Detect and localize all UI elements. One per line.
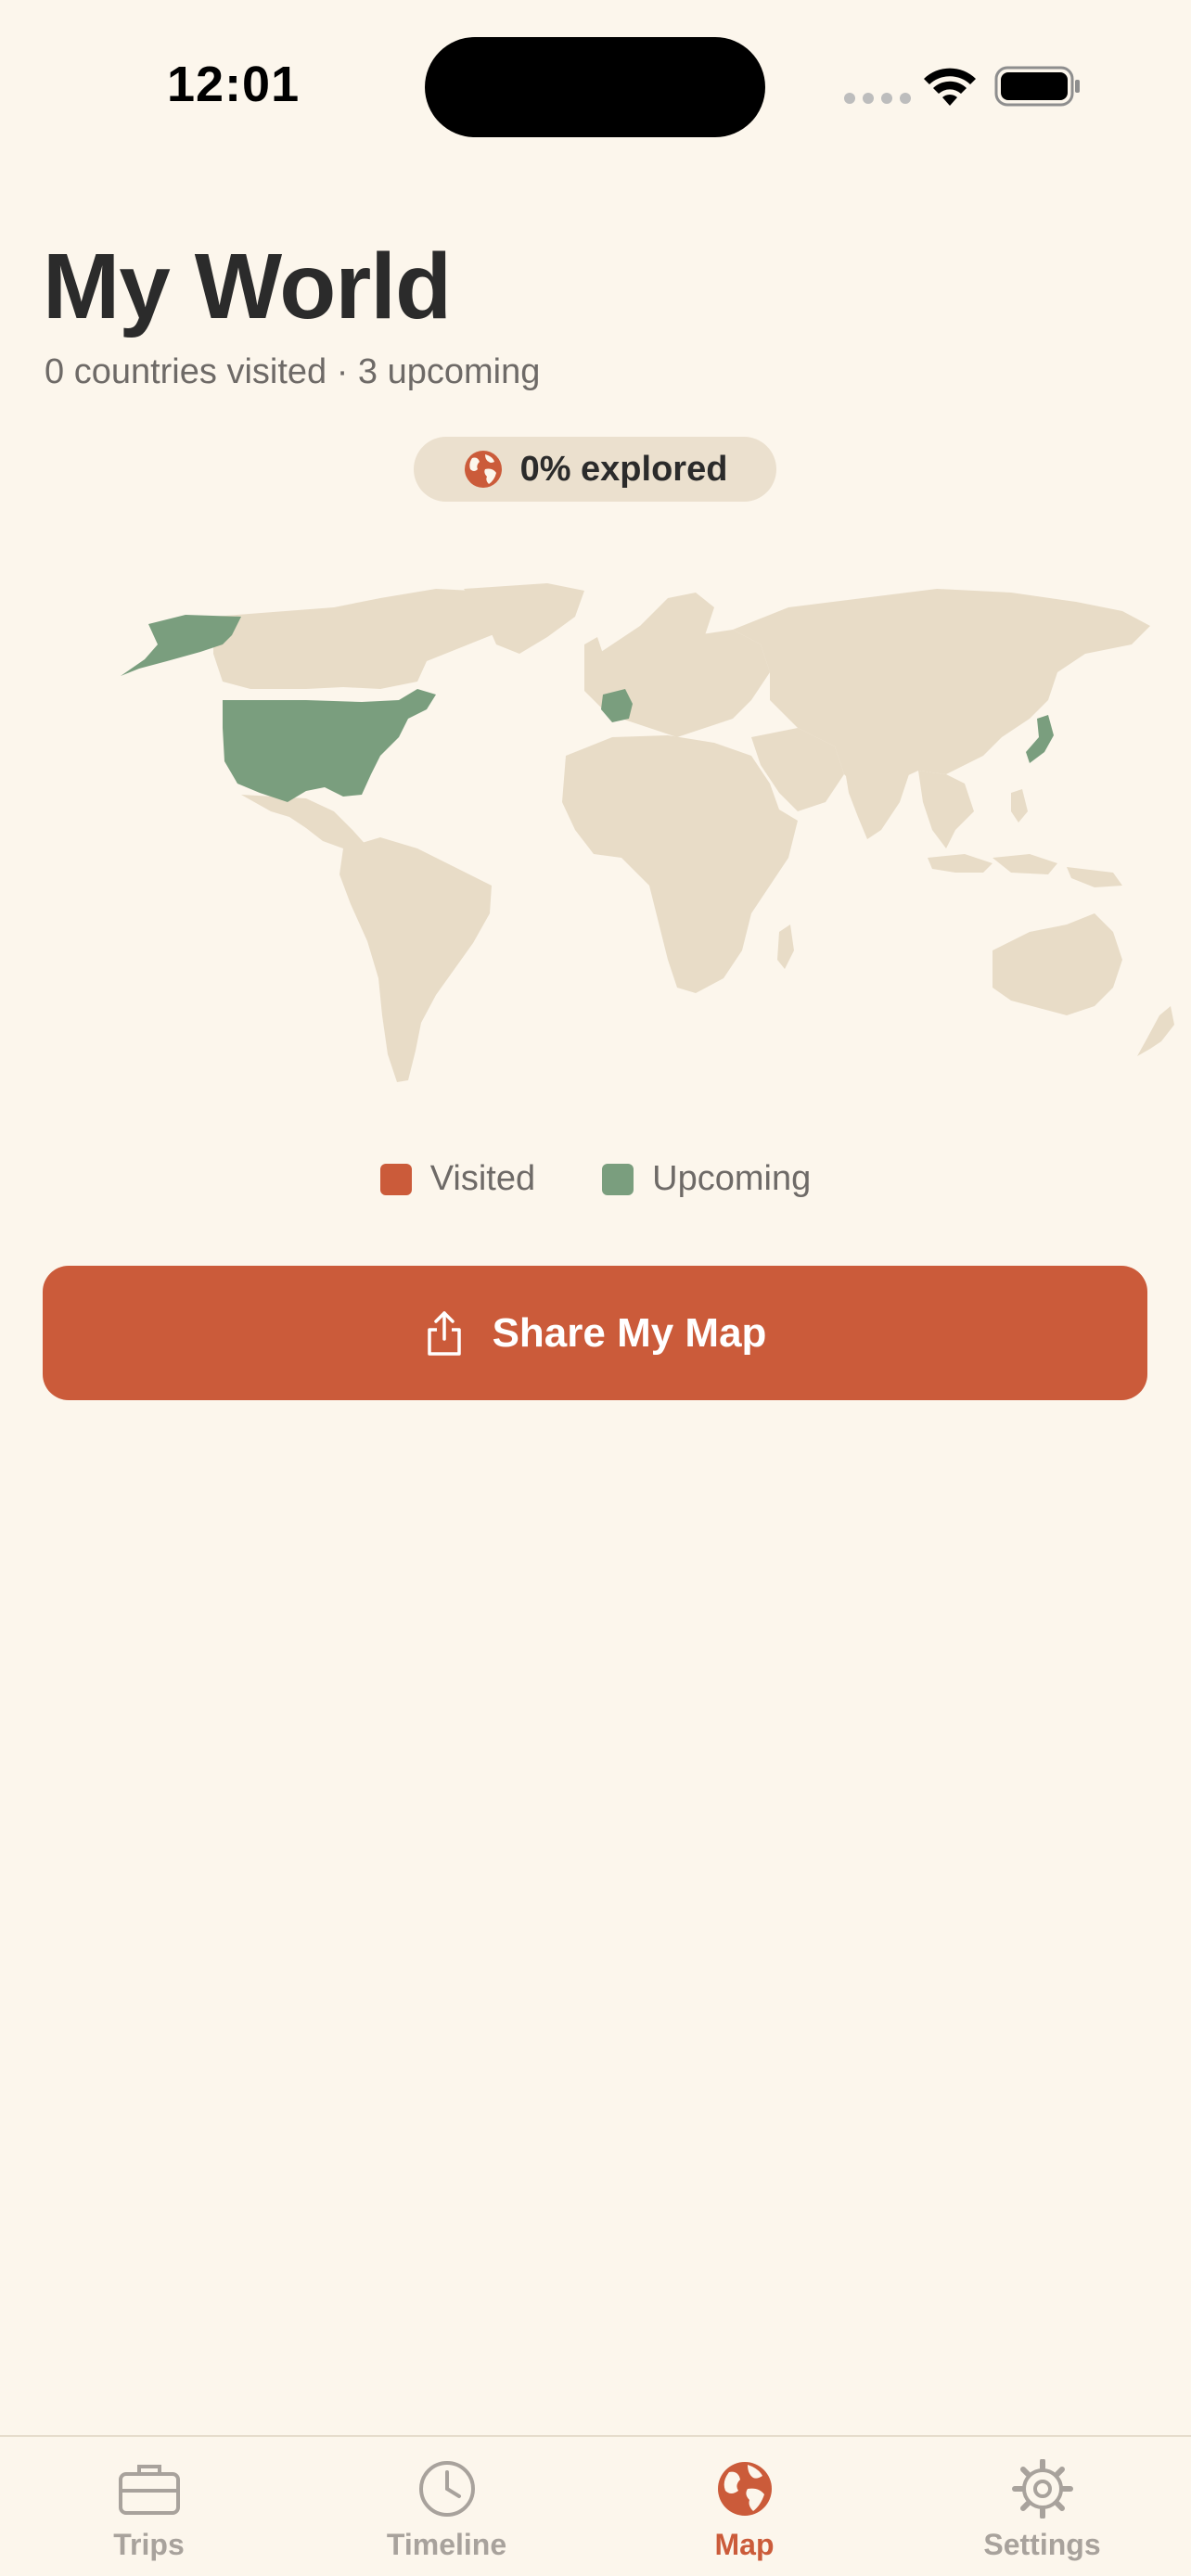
visited-swatch (379, 1163, 412, 1195)
share-button-label: Share My Map (492, 1309, 767, 1356)
globe-icon (717, 2462, 772, 2516)
tab-timeline[interactable]: Timeline (298, 2437, 596, 2576)
briefcase-icon (118, 2465, 180, 2515)
tab-label-settings: Settings (983, 2528, 1101, 2561)
globe-icon (464, 451, 502, 488)
explored-badge: 0% explored (414, 437, 776, 502)
country-japan (1026, 715, 1054, 763)
page-subtitle: 0 countries visited · 3 upcoming (45, 352, 541, 391)
legend-item-visited: Visited (379, 1159, 536, 1199)
map-screen: 12:01 My World 0 countries visited · 3 u… (0, 0, 1191, 2576)
map-legend: Visited Upcoming (0, 1159, 1191, 1199)
status-time: 12:01 (167, 57, 301, 112)
tab-map[interactable]: Map (596, 2437, 893, 2576)
tab-trips[interactable]: Trips (0, 2437, 298, 2576)
status-bar: 12:01 (0, 0, 1191, 158)
battery-icon (994, 66, 1080, 107)
share-icon (427, 1310, 461, 1356)
tab-label-trips: Trips (113, 2528, 185, 2561)
gear-icon (1011, 2459, 1073, 2519)
tab-label-timeline: Timeline (386, 2528, 507, 2561)
clock-icon (418, 2461, 475, 2517)
tab-settings[interactable]: Settings (893, 2437, 1191, 2576)
cellular-signal-icon (844, 93, 911, 104)
legend-label-upcoming: Upcoming (652, 1159, 812, 1198)
share-map-button[interactable]: Share My Map (43, 1266, 1147, 1400)
upcoming-swatch (602, 1163, 634, 1195)
legend-item-upcoming: Upcoming (602, 1159, 811, 1199)
explored-label: 0% explored (519, 449, 728, 489)
world-map[interactable] (28, 580, 1178, 1099)
wifi-icon (924, 68, 976, 106)
country-usa (223, 689, 436, 802)
legend-label-visited: Visited (429, 1159, 536, 1198)
dynamic-island (425, 37, 765, 137)
page-title: My World (43, 235, 452, 338)
tab-bar: Trips Timeline Map Settings (0, 2435, 1191, 2576)
land-masses (213, 583, 1174, 1082)
tab-label-map: Map (714, 2528, 775, 2561)
